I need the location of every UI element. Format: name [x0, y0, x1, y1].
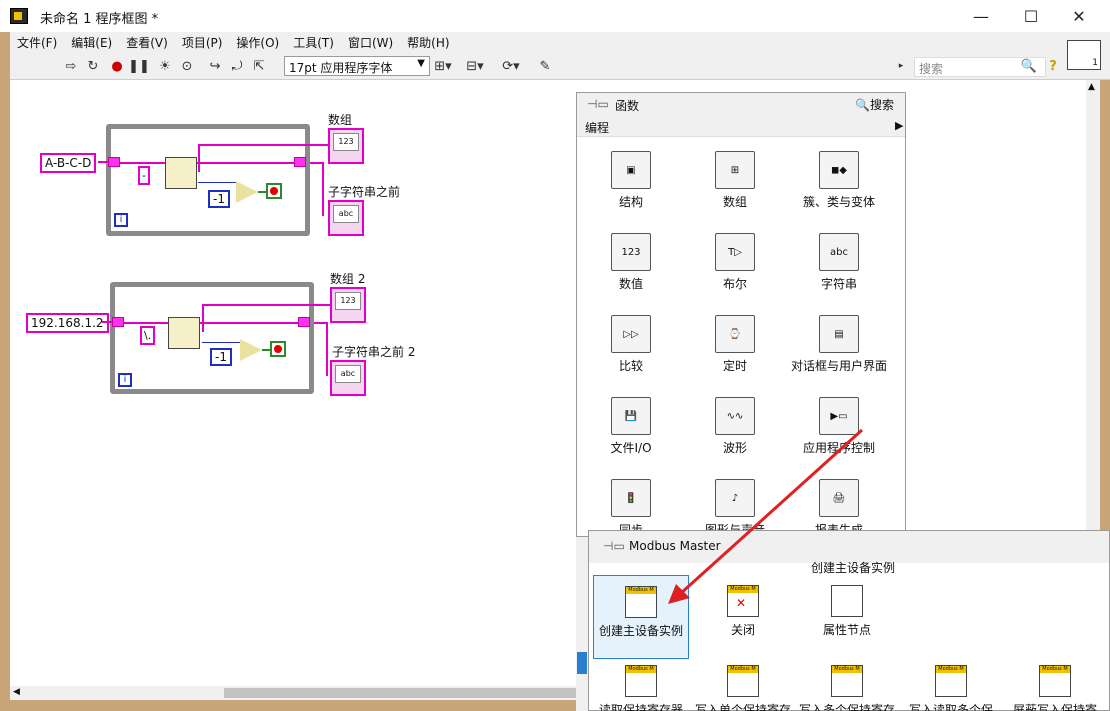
annotation-arrow [668, 428, 864, 604]
arrow-line [678, 428, 864, 596]
